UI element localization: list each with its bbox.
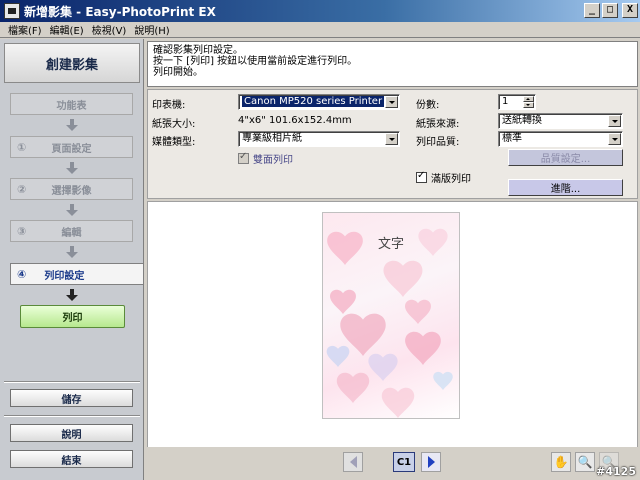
- title-bar: 新增影集 - Easy-PhotoPrint EX _ □ X: [0, 0, 640, 22]
- step-label: 選擇影像: [51, 185, 92, 197]
- paper-source-select[interactable]: 送紙轉換: [498, 113, 623, 129]
- paper-source-label: 紙張來源:: [416, 119, 460, 130]
- dropdown-arrow-icon[interactable]: [608, 133, 621, 145]
- paper-source-value: 送紙轉換: [502, 115, 542, 126]
- step-number: ②: [17, 182, 27, 196]
- step-menu[interactable]: 功能表: [10, 93, 133, 115]
- dropdown-arrow-icon[interactable]: [608, 115, 621, 127]
- paper-size-value: 4"x6" 101.6x152.4mm: [238, 115, 352, 126]
- minimize-button[interactable]: _: [584, 3, 600, 18]
- sidebar-heading: 創建影集: [4, 43, 140, 83]
- instruction-line: 列印開始。: [153, 67, 203, 78]
- instruction-line: 按一下 [列印] 按鈕以使用當前設定進行列印。: [153, 56, 358, 67]
- step-number: ④: [17, 267, 27, 281]
- menu-edit[interactable]: 編輯(E): [46, 22, 88, 37]
- media-type-label: 媒體類型:: [152, 137, 196, 148]
- paper-size-label: 紙張大小:: [152, 119, 196, 130]
- copies-value: 1: [502, 96, 509, 107]
- step-arrow-icon: [66, 162, 78, 174]
- copies-label: 份數:: [416, 100, 440, 111]
- media-type-value: 專業級相片紙: [242, 133, 302, 144]
- step-print-settings[interactable]: ④ 列印設定: [10, 263, 143, 285]
- checkbox-box[interactable]: [416, 170, 427, 183]
- instruction-panel: 確認影集列印設定。 按一下 [列印] 按鈕以使用當前設定進行列印。 列印開始。: [147, 41, 638, 87]
- preview-text[interactable]: 文字: [378, 233, 404, 252]
- print-quality-label: 列印品質:: [416, 137, 460, 148]
- print-button[interactable]: 列印: [20, 305, 125, 328]
- save-button[interactable]: 儲存: [10, 389, 133, 407]
- window-title: 新增影集 - Easy-PhotoPrint EX: [24, 4, 216, 19]
- step-page-setup[interactable]: ① 頁面設定: [10, 136, 133, 158]
- step-label: 編輯: [61, 227, 82, 239]
- step-label: 列印設定: [44, 270, 85, 282]
- exit-button[interactable]: 結束: [10, 450, 133, 468]
- print-quality-value: 標準: [502, 133, 522, 144]
- step-arrow-icon: [66, 204, 78, 216]
- spinner-icon[interactable]: [523, 96, 534, 108]
- maximize-button[interactable]: □: [602, 3, 618, 18]
- zoom-in-button[interactable]: 🔍: [575, 452, 595, 472]
- print-settings-panel: 印表機: Canon MP520 series Printer 紙張大小: 4"…: [147, 89, 638, 199]
- sidebar: 創建影集 功能表 ① 頁面設定 ② 選擇影像 ③ 編輯 ④ 列印設定 列印 儲存…: [0, 39, 144, 480]
- step-label: 功能表: [56, 100, 87, 112]
- hand-icon: ✋: [553, 455, 569, 469]
- duplex-label: 雙面列印: [253, 155, 293, 166]
- step-arrow-icon: [66, 289, 78, 301]
- page-indicator: C1: [393, 452, 415, 472]
- printer-select[interactable]: Canon MP520 series Printer: [238, 94, 400, 110]
- prev-page-button[interactable]: [343, 452, 363, 472]
- sidebar-divider: [4, 415, 140, 417]
- borderless-checkbox[interactable]: 滿版列印: [416, 170, 471, 185]
- zoom-in-icon: 🔍: [577, 455, 593, 469]
- next-page-button[interactable]: [421, 452, 441, 472]
- step-edit[interactable]: ③ 編輯: [10, 220, 133, 242]
- menu-help[interactable]: 說明(H): [130, 22, 173, 37]
- menu-file[interactable]: 檔案(F): [4, 22, 46, 37]
- step-arrow-icon: [66, 246, 78, 258]
- preview-toolbar: C1 ✋ 🔍 🔍: [147, 447, 638, 477]
- dropdown-arrow-icon[interactable]: [385, 133, 398, 145]
- page-preview[interactable]: 文字: [322, 212, 460, 419]
- checkbox-box[interactable]: [238, 151, 249, 164]
- step-select-images[interactable]: ② 選擇影像: [10, 178, 133, 200]
- hand-tool-button[interactable]: ✋: [551, 452, 571, 472]
- printer-value: Canon MP520 series Printer: [242, 96, 385, 107]
- instruction-line: 確認影集列印設定。: [153, 45, 243, 56]
- copies-stepper[interactable]: 1: [498, 94, 536, 110]
- printer-label: 印表機:: [152, 100, 186, 111]
- arrow-left-icon: [349, 456, 357, 468]
- main-content: 確認影集列印設定。 按一下 [列印] 按鈕以使用當前設定進行列印。 列印開始。 …: [145, 39, 640, 480]
- watermark: #4125: [596, 465, 636, 478]
- app-icon[interactable]: [4, 3, 20, 19]
- dropdown-arrow-icon[interactable]: [385, 96, 398, 108]
- advanced-button[interactable]: 進階...: [508, 179, 623, 196]
- menu-bar: 檔案(F) 編輯(E) 檢視(V) 說明(H): [0, 22, 640, 38]
- menu-view[interactable]: 檢視(V): [88, 22, 131, 37]
- step-arrow-icon: [66, 119, 78, 131]
- quality-settings-button[interactable]: 品質設定...: [508, 149, 623, 166]
- step-label: 頁面設定: [51, 143, 92, 155]
- help-button[interactable]: 說明: [10, 424, 133, 442]
- print-quality-select[interactable]: 標準: [498, 131, 623, 147]
- media-type-select[interactable]: 專業級相片紙: [238, 131, 400, 147]
- arrow-right-icon: [427, 456, 435, 468]
- step-number: ③: [17, 224, 27, 238]
- duplex-checkbox[interactable]: 雙面列印: [238, 151, 293, 166]
- close-button[interactable]: X: [622, 3, 638, 18]
- spin-down-icon[interactable]: [523, 102, 534, 108]
- preview-area: 文字: [147, 201, 638, 477]
- sidebar-divider: [4, 381, 140, 383]
- borderless-label: 滿版列印: [431, 174, 471, 185]
- step-number: ①: [17, 140, 27, 154]
